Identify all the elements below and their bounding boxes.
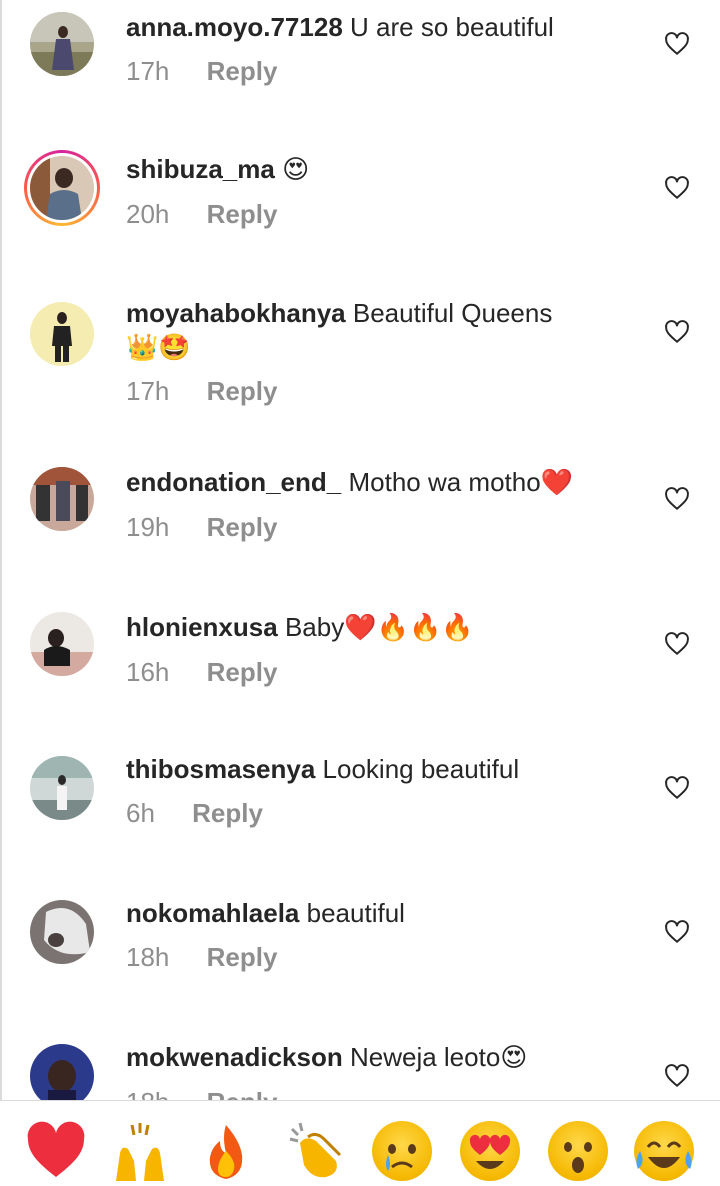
avatar[interactable] bbox=[30, 756, 94, 820]
comment-username[interactable]: anna.moyo.77128 bbox=[126, 12, 343, 42]
comment-text: Motho wa motho bbox=[348, 467, 541, 497]
comment-time: 18h bbox=[126, 942, 170, 972]
avatar[interactable] bbox=[30, 612, 94, 676]
clapping-hands-icon bbox=[289, 1122, 342, 1178]
avatar[interactable] bbox=[30, 12, 94, 76]
reply-button[interactable]: Reply bbox=[207, 942, 278, 972]
comment-time: 20h bbox=[126, 199, 170, 229]
avatar[interactable] bbox=[30, 1044, 94, 1100]
raising-hands-icon bbox=[116, 1123, 164, 1181]
comment-username[interactable]: moyahabokhanya bbox=[126, 298, 346, 328]
avatar[interactable] bbox=[30, 302, 94, 366]
like-heart-icon[interactable] bbox=[664, 31, 690, 57]
fire-reaction-button[interactable] bbox=[196, 1121, 256, 1181]
like-heart-icon[interactable] bbox=[664, 775, 690, 801]
red-heart-icon bbox=[27, 1121, 85, 1177]
comment-body: moyahabokhanya Beautiful Queens 👑🤩 17h R… bbox=[126, 296, 626, 408]
comment-body: hlonienxusa Baby❤️🔥🔥🔥 16h Reply bbox=[126, 610, 626, 689]
heart-eyes-reaction-button[interactable] bbox=[460, 1121, 520, 1181]
comment-time: 6h bbox=[126, 798, 155, 828]
quick-reaction-bar bbox=[0, 1100, 720, 1181]
like-heart-icon[interactable] bbox=[664, 175, 690, 201]
reply-button[interactable]: Reply bbox=[207, 376, 278, 406]
heart-fire-emoji: ❤️🔥🔥🔥 bbox=[344, 613, 474, 643]
comment-username[interactable]: thibosmasenya bbox=[126, 754, 315, 784]
like-heart-icon[interactable] bbox=[664, 319, 690, 345]
like-heart-icon[interactable] bbox=[664, 919, 690, 945]
reply-button[interactable]: Reply bbox=[207, 657, 278, 687]
laughing-tears-icon bbox=[636, 1141, 692, 1169]
comment-body: anna.moyo.77128 U are so beautiful 17h R… bbox=[126, 10, 626, 88]
like-heart-icon[interactable] bbox=[664, 1063, 690, 1089]
like-heart-icon[interactable] bbox=[664, 631, 690, 657]
clapping-hands-reaction-button[interactable] bbox=[286, 1121, 346, 1181]
red-heart-reaction-button[interactable] bbox=[26, 1121, 86, 1181]
comment-text: Baby bbox=[284, 612, 345, 642]
reply-button[interactable]: Reply bbox=[207, 512, 278, 542]
comment-text: Neweja leoto bbox=[349, 1042, 501, 1072]
comment-username[interactable]: endonation_end_ bbox=[126, 467, 341, 497]
comment-username[interactable]: nokomahlaela bbox=[126, 898, 299, 928]
crying-face-icon bbox=[386, 1144, 416, 1171]
comment-text: Looking beautiful bbox=[322, 754, 520, 784]
avatar[interactable] bbox=[30, 900, 94, 964]
comment-time: 17h bbox=[126, 56, 170, 86]
laughing-tears-reaction-button[interactable] bbox=[634, 1121, 694, 1181]
fire-icon bbox=[209, 1125, 243, 1179]
raising-hands-reaction-button[interactable] bbox=[110, 1121, 170, 1181]
surprised-face-reaction-button[interactable] bbox=[548, 1121, 608, 1181]
reply-button[interactable]: Reply bbox=[192, 798, 263, 828]
avatar[interactable] bbox=[24, 150, 100, 226]
comment-body: mokwenadickson Neweja leoto😍 18h Reply bbox=[126, 1040, 626, 1100]
comment-emoji-line: 👑🤩 bbox=[126, 332, 191, 362]
heart-eyes-emoji: 😍 bbox=[500, 1043, 528, 1073]
comment-text: U are so beautiful bbox=[350, 12, 554, 42]
crying-face-reaction-button[interactable] bbox=[372, 1121, 432, 1181]
comment-time: 16h bbox=[126, 657, 170, 687]
reply-button[interactable]: Reply bbox=[207, 56, 278, 86]
surprised-face-icon bbox=[564, 1142, 592, 1173]
comment-body: endonation_end_ Motho wa motho❤️ 19h Rep… bbox=[126, 465, 626, 544]
avatar[interactable] bbox=[30, 467, 94, 531]
comment-text: Beautiful Queens bbox=[352, 298, 553, 328]
comment-time: 17h bbox=[126, 376, 170, 406]
comment-body: shibuza_ma 😍 20h Reply bbox=[126, 152, 626, 231]
red-heart-emoji: ❤️ bbox=[540, 468, 574, 498]
comment-list[interactable]: anna.moyo.77128 U are so beautiful 17h R… bbox=[0, 0, 720, 1100]
comment-text: beautiful bbox=[306, 898, 405, 928]
comment-username[interactable]: mokwenadickson bbox=[126, 1042, 343, 1072]
heart-eyes-emoji: 😍 bbox=[282, 155, 310, 185]
comment-username[interactable]: shibuza_ma bbox=[126, 154, 275, 184]
reply-button[interactable]: Reply bbox=[207, 1087, 278, 1100]
comment-time: 19h bbox=[126, 512, 170, 542]
reply-button[interactable]: Reply bbox=[207, 199, 278, 229]
comment-username[interactable]: hlonienxusa bbox=[126, 612, 278, 642]
like-heart-icon[interactable] bbox=[664, 486, 690, 512]
comment-body: nokomahlaela beautiful 18h Reply bbox=[126, 896, 626, 974]
comment-time: 18h bbox=[126, 1087, 169, 1100]
heart-eyes-icon bbox=[469, 1134, 511, 1169]
comment-body: thibosmasenya Looking beautiful 6h Reply bbox=[126, 752, 626, 830]
